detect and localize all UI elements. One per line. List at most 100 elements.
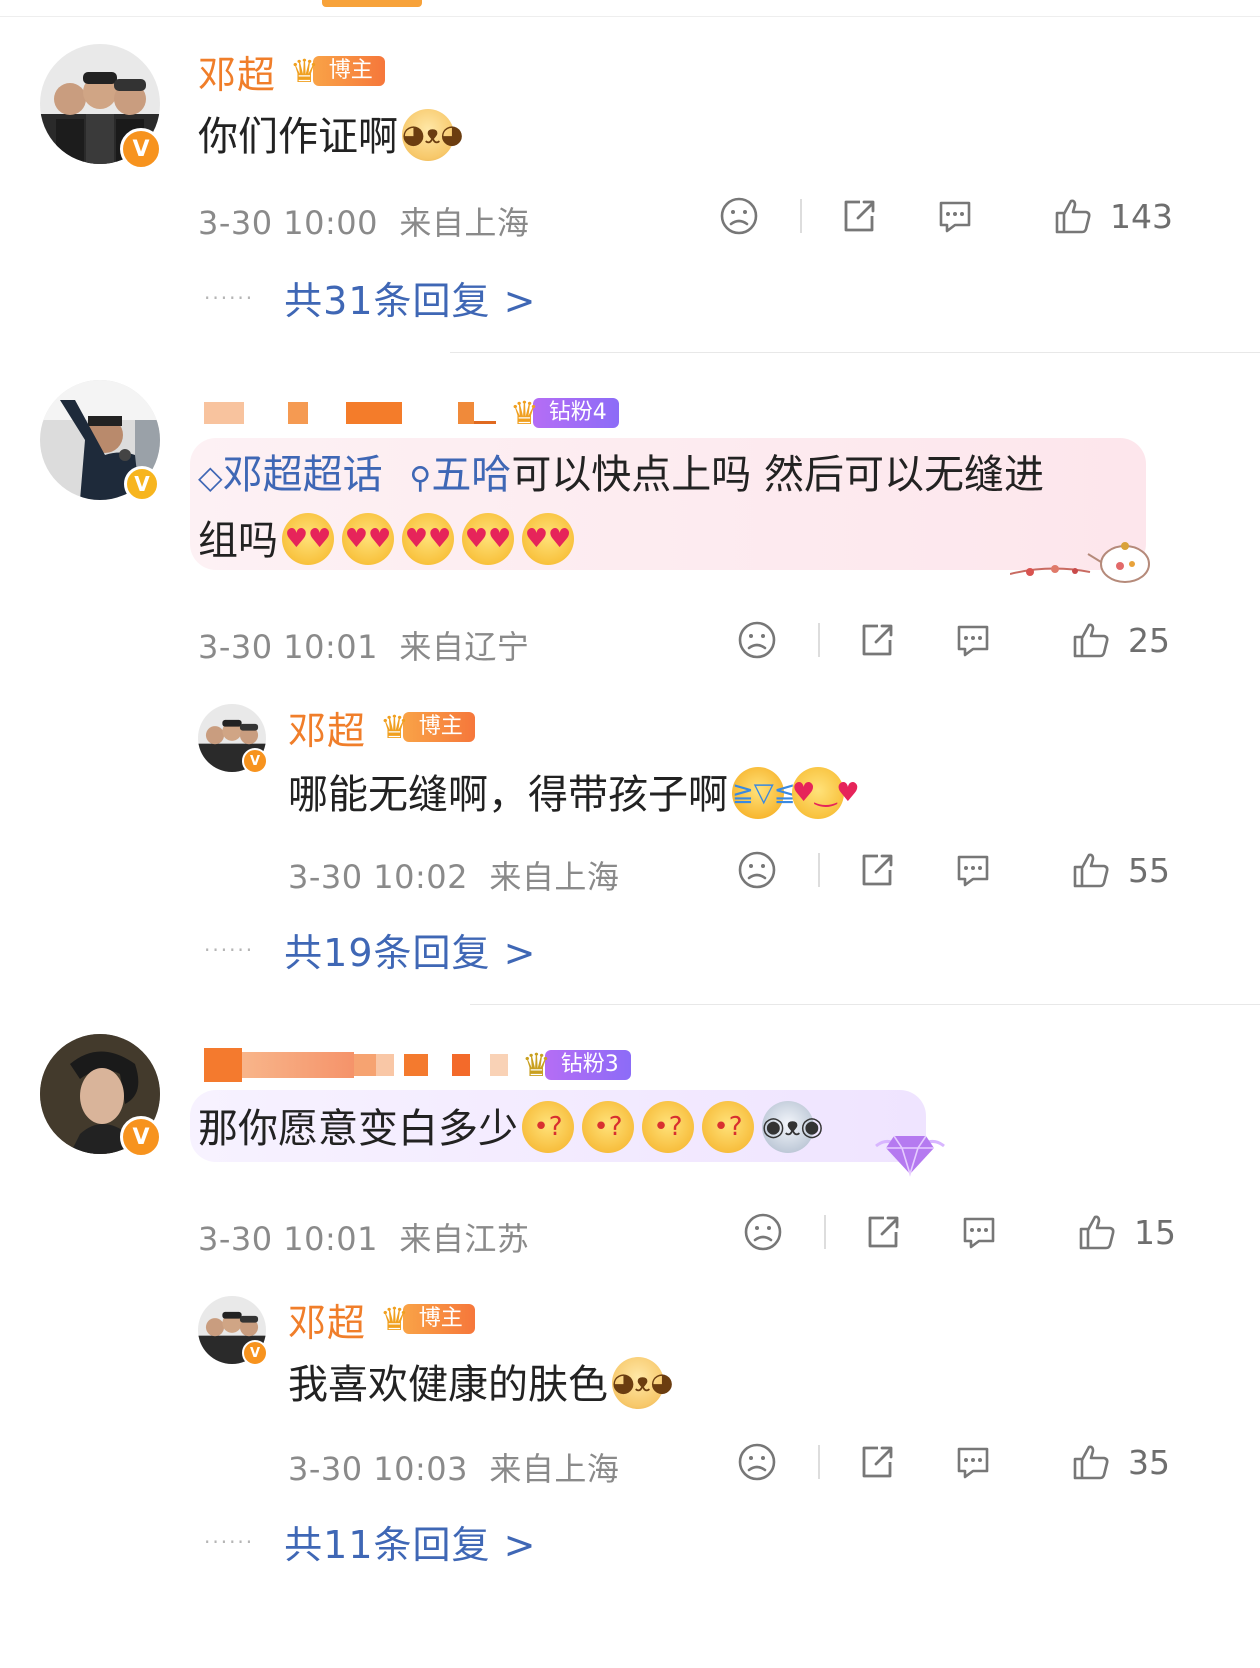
action-bar: 55 — [736, 849, 1170, 891]
heart-eyes-emoji-icon: ♥♥ — [402, 513, 454, 565]
comment-text: ◇邓超超话 ⚲五哈可以快点上吗 然后可以无缝进 组吗 ♥♥ ♥♥ ♥♥ ♥♥ ♥♥ — [198, 452, 1045, 565]
comment-text: 你们作证啊 ◕ᴥ◕ — [198, 106, 463, 168]
top-divider — [0, 16, 1260, 17]
thinking-emoji-icon: •? — [522, 1101, 574, 1153]
reply-text: 哪能无缝啊，得带孩子啊 ≧▽≦♥‿♥ — [288, 764, 860, 826]
share-button[interactable] — [856, 1441, 898, 1483]
husky-emoji-icon: ◉ᴥ◉ — [762, 1101, 823, 1153]
like-button[interactable]: 15 — [1076, 1211, 1176, 1253]
comment-meta: 3-30 10:01 来自辽宁 — [198, 628, 530, 666]
name-row: 邓超 ♛ 博主 — [288, 700, 475, 755]
comment-icon — [952, 1441, 994, 1483]
action-bar: 143 — [718, 195, 1173, 237]
name-row: ♛ 钻粉3 — [204, 1040, 631, 1090]
crown-icon: ♛ — [522, 1046, 551, 1084]
tab-indicator — [322, 0, 422, 7]
heart-eyes-emoji-icon: ♥♥ — [342, 513, 394, 565]
share-icon — [856, 849, 898, 891]
fan-badge: ♛ 钻粉3 — [522, 1046, 631, 1084]
action-bar: 25 — [736, 619, 1170, 661]
comment-text: 那你愿意变白多少 •? •? •? •? ◉ᴥ◉ — [198, 1098, 823, 1160]
dislike-button[interactable] — [718, 195, 760, 237]
search-tag-link[interactable]: ⚲五哈 — [409, 452, 511, 498]
diamond-wings-decoration-icon — [872, 1118, 948, 1182]
share-button[interactable] — [838, 195, 880, 237]
topic-link[interactable]: ◇邓超超话 — [198, 452, 383, 498]
name-row: 邓超 ♛ 博主 — [198, 44, 385, 99]
dislike-icon — [736, 619, 778, 661]
share-icon — [838, 195, 880, 237]
comment-icon — [952, 619, 994, 661]
laugh-cry-emoji-icon: ≧▽≦ — [732, 767, 796, 819]
doge-emoji-icon: ◕ᴥ◕ — [402, 109, 463, 161]
comment-button[interactable] — [952, 1441, 994, 1483]
verified-icon: V — [242, 1340, 268, 1366]
share-icon — [856, 619, 898, 661]
like-icon — [1070, 1441, 1112, 1483]
heart-eyes-emoji-icon: ♥♥ — [282, 513, 334, 565]
heart-eyes-emoji-icon: ♥‿♥ — [792, 767, 860, 819]
blurred-username[interactable] — [204, 1048, 508, 1082]
like-icon — [1070, 619, 1112, 661]
dislike-button[interactable] — [742, 1211, 784, 1253]
comment-button[interactable] — [958, 1211, 1000, 1253]
comment-button[interactable] — [952, 849, 994, 891]
view-replies[interactable]: ······ 共19条回复 > — [204, 922, 536, 977]
dislike-button[interactable] — [736, 1441, 778, 1483]
verified-icon: V — [124, 466, 160, 502]
share-button[interactable] — [856, 849, 898, 891]
like-button[interactable]: 55 — [1070, 849, 1170, 891]
dislike-icon — [736, 1441, 778, 1483]
action-separator — [824, 1215, 826, 1249]
thinking-emoji-icon: •? — [702, 1101, 754, 1153]
comment-meta: 3-30 10:01 来自江苏 — [198, 1220, 530, 1258]
action-separator — [818, 623, 820, 657]
verified-icon: V — [120, 1116, 162, 1158]
comment-button[interactable] — [934, 195, 976, 237]
heart-eyes-emoji-icon: ♥♥ — [522, 513, 574, 565]
action-separator — [818, 853, 820, 887]
action-bar: 15 — [742, 1211, 1176, 1253]
share-button[interactable] — [862, 1211, 904, 1253]
like-icon — [1070, 849, 1112, 891]
fan-badge: ♛ 钻粉4 — [510, 394, 619, 432]
comment-icon — [934, 195, 976, 237]
dots: ······ — [204, 285, 255, 310]
reply-meta: 3-30 10:03 来自上海 — [288, 1450, 620, 1488]
crown-icon: ♛ — [380, 1300, 409, 1338]
crown-icon: ♛ — [290, 52, 319, 90]
view-replies[interactable]: ······ 共31条回复 > — [204, 270, 536, 325]
diamond-icon: ◇ — [198, 458, 223, 496]
action-separator — [800, 199, 802, 233]
like-button[interactable]: 143 — [1052, 195, 1173, 237]
action-separator — [818, 1445, 820, 1479]
view-replies[interactable]: ······ 共11条回复 > — [204, 1514, 536, 1569]
action-bar: 35 — [736, 1441, 1170, 1483]
comment-button[interactable] — [952, 619, 994, 661]
verified-icon: V — [120, 128, 162, 170]
username[interactable]: 邓超 — [198, 44, 276, 99]
doge-emoji-icon: ◕ᴥ◕ — [612, 1357, 673, 1409]
blurred-username[interactable] — [204, 398, 496, 428]
username[interactable]: 邓超 — [288, 700, 366, 755]
blogger-badge: ♛ 博主 — [290, 52, 385, 90]
heart-eyes-emoji-icon: ♥♥ — [462, 513, 514, 565]
share-icon — [862, 1211, 904, 1253]
share-icon — [856, 1441, 898, 1483]
dislike-icon — [736, 849, 778, 891]
crown-icon: ♛ — [510, 394, 539, 432]
dislike-button[interactable] — [736, 619, 778, 661]
like-button[interactable]: 25 — [1070, 619, 1170, 661]
username[interactable]: 邓超 — [288, 1292, 366, 1347]
thinking-emoji-icon: •? — [582, 1101, 634, 1153]
like-button[interactable]: 35 — [1070, 1441, 1170, 1483]
name-row: ♛ 钻粉4 — [204, 388, 619, 438]
name-row: 邓超 ♛ 博主 — [288, 1292, 475, 1347]
comment-icon — [952, 849, 994, 891]
crown-icon: ♛ — [380, 708, 409, 746]
like-icon — [1052, 195, 1094, 237]
dots: ······ — [204, 937, 255, 962]
dislike-button[interactable] — [736, 849, 778, 891]
share-button[interactable] — [856, 619, 898, 661]
like-icon — [1076, 1211, 1118, 1253]
